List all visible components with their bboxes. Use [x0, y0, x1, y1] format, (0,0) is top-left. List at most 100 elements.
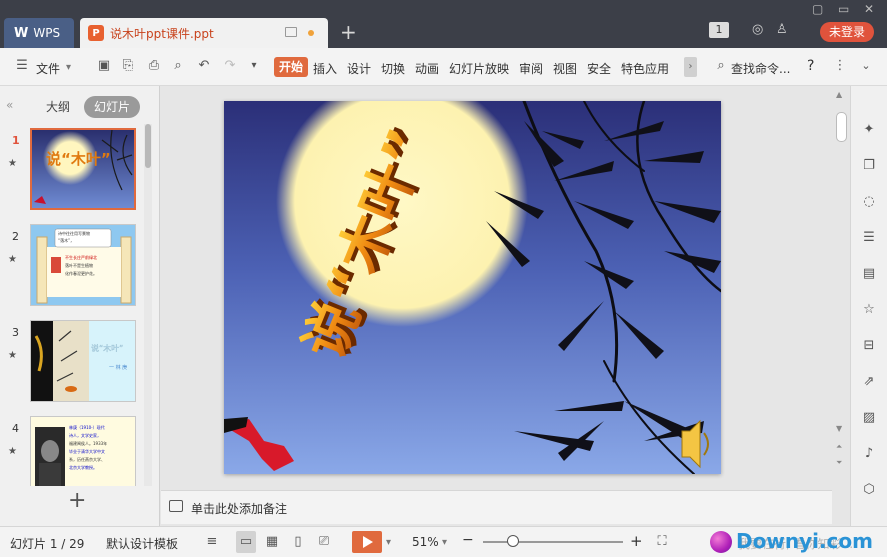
new-tab-button[interactable]: + [340, 20, 357, 44]
print-icon[interactable]: ⎙ [146, 58, 162, 74]
current-slide[interactable]: 说“木叶” 说“木叶” [224, 101, 721, 474]
copy-layout-icon[interactable]: ❐ [861, 158, 877, 174]
animation-star-icon: ★ [8, 350, 17, 361]
scrollbar-thumb[interactable] [145, 124, 151, 168]
document-tab[interactable]: P 说木叶ppt课件.ppt [80, 18, 328, 48]
collapse-ribbon-icon[interactable]: ⌄ [858, 58, 874, 74]
design-template-label[interactable]: 默认设计模板 [106, 535, 178, 552]
tab-design[interactable]: 设计 [347, 60, 371, 77]
undo-icon[interactable]: ↶ [196, 58, 212, 74]
share-export-icon[interactable]: ⇗ [861, 374, 877, 390]
tab-slideshow[interactable]: 幻灯片放映 [449, 60, 509, 77]
tab-animation[interactable]: 动画 [415, 60, 439, 77]
slide-4-thumb-line: 系，历任燕京大学、 [69, 456, 105, 462]
wps-home-tab[interactable]: W WPS [4, 18, 74, 48]
zoom-slider-knob[interactable] [507, 535, 519, 547]
image-icon[interactable]: ▨ [861, 410, 877, 426]
window-count-badge[interactable]: 1 [709, 22, 729, 38]
tab-special-apps[interactable]: 特色应用 [621, 60, 669, 77]
thumbnail-scrollbar[interactable] [144, 124, 152, 486]
slide-navigation-pane: « 大纲 幻灯片 1 ★ 说“木叶” 2 ★ 诗中往往用写景物 “落木”， 不生… [0, 86, 160, 526]
add-slide-button[interactable]: + [68, 488, 86, 513]
tab-outline[interactable]: 大纲 [36, 96, 80, 118]
canvas-scrollbar[interactable]: ▲ ▼ ⏶ ⏷ [832, 86, 850, 490]
tab-view[interactable]: 视图 [553, 60, 577, 77]
slide-thumbnail[interactable]: 林庚（1910-）现代 诗人，文学史家， 福建闽侯人。1933年 毕业于清华大学… [30, 416, 136, 486]
scroll-up-icon[interactable]: ▲ [836, 90, 842, 99]
tab-insert[interactable]: 插入 [313, 60, 337, 77]
file-menu[interactable]: 文件 [36, 60, 60, 77]
animation-star-icon: ★ [8, 446, 17, 457]
slide-thumbnail-row[interactable]: 3 ★ 说“木叶” 一 林 庚 [6, 316, 154, 406]
minimize-icon[interactable]: ▢ [812, 2, 823, 16]
find-command-search[interactable]: 查找命令... [731, 60, 790, 77]
slide-thumbnail[interactable]: 说“木叶” [30, 128, 136, 210]
close-icon[interactable]: ✕ [864, 2, 874, 16]
zoom-out-button[interactable]: − [462, 532, 474, 548]
normal-view-icon[interactable]: ▭ [238, 534, 254, 550]
play-slideshow-button[interactable] [352, 531, 382, 553]
watermark-logo [710, 531, 732, 553]
next-slide-icon[interactable]: ⏷ [836, 458, 842, 468]
file-dropdown-icon[interactable]: ▾ [66, 62, 71, 73]
magic-star-icon[interactable]: ✦ [861, 122, 877, 138]
slide-thumbnail-row[interactable]: 1 ★ 说“木叶” [6, 124, 154, 214]
canvas-scrollbar-thumb[interactable] [836, 112, 847, 142]
tab-start[interactable]: 开始 [274, 57, 308, 77]
slide-thumbnail-row[interactable]: 2 ★ 诗中往往用写景物 “落木”， 不生长庄严前绿北 落叶不是生植物 化作春泥… [6, 220, 154, 310]
ribbon-more-button[interactable]: › [684, 57, 697, 77]
scroll-down-icon[interactable]: ▼ [836, 424, 842, 433]
animation-star-icon: ★ [8, 158, 17, 169]
zoom-value[interactable]: 51% [412, 535, 439, 549]
tab-review[interactable]: 审阅 [519, 60, 543, 77]
archive-box-icon[interactable]: ⊟ [861, 338, 877, 354]
shape-icon[interactable]: ◌ [861, 194, 877, 210]
zoom-in-button[interactable]: + [630, 532, 643, 550]
notes-pane[interactable]: 单击此处添加备注 [161, 490, 832, 524]
adjust-settings-icon[interactable]: ☰ [861, 230, 877, 246]
notes-placeholder[interactable]: 单击此处添加备注 [191, 500, 287, 517]
prev-slide-icon[interactable]: ⏶ [836, 442, 842, 452]
save-icon[interactable]: ▣ [96, 58, 112, 74]
quick-access-dropdown-icon[interactable]: ▾ [246, 58, 262, 74]
tab-transition[interactable]: 切换 [381, 60, 405, 77]
slide-thumbnail-row[interactable]: 4 ★ 林庚（1910-）现代 诗人，文学史家， 福建闽侯人。1933年 毕业于… [6, 412, 154, 486]
redo-icon[interactable]: ↷ [222, 58, 238, 74]
restore-icon[interactable]: ▭ [838, 2, 849, 16]
favorite-star-icon[interactable]: ☆ [861, 302, 877, 318]
status-bar: 幻灯片 1 / 29 默认设计模板 ≡ ▭ ▦ ▯ ⎚ ▾ 51% ▾ − + … [0, 526, 887, 557]
slide-thumbnail[interactable]: 说“木叶” 一 林 庚 [30, 320, 136, 402]
presenter-icon[interactable]: ⎚ [316, 534, 332, 550]
help-button[interactable]: ? [807, 58, 814, 74]
skin-icon[interactable]: ♙ [776, 22, 788, 37]
slide-2-thumb-line: “落木”， [58, 237, 74, 243]
tab-security[interactable]: 安全 [587, 60, 611, 77]
play-options-dropdown-icon[interactable]: ▾ [386, 537, 391, 548]
notes-align-icon[interactable]: ≡ [204, 534, 220, 550]
tab-slides[interactable]: 幻灯片 [84, 96, 141, 118]
slide-sorter-icon[interactable]: ▦ [264, 534, 280, 550]
wps-tab-label: WPS [33, 26, 61, 40]
slide-1-preview: 说“木叶” [32, 130, 134, 208]
hamburger-menu-icon[interactable]: ☰ [14, 58, 30, 74]
slide-2-thumb-line: 不生长庄严前绿北 [65, 254, 97, 260]
zoom-dropdown-icon[interactable]: ▾ [442, 537, 447, 548]
reading-view-icon[interactable]: ▯ [290, 534, 306, 550]
gallery-icon[interactable]: ▤ [861, 266, 877, 282]
login-button[interactable]: 未登录 [820, 22, 874, 42]
fit-window-icon[interactable]: ⛶ [654, 534, 670, 550]
zoom-slider-track[interactable] [483, 541, 623, 543]
notes-icon [169, 500, 183, 512]
hexagon-icon[interactable]: ⬡ [861, 482, 877, 498]
right-side-toolbar: ✦ ❐ ◌ ☰ ▤ ☆ ⊟ ⇗ ▨ ♪ ⬡ [850, 86, 887, 526]
more-options-icon[interactable]: ⋮ [832, 58, 848, 74]
slide-2-thumb-line: 落叶不是生植物 [65, 262, 93, 268]
audio-icon[interactable]: ♪ [861, 446, 877, 462]
print-preview-icon[interactable]: ⌕ [170, 58, 186, 74]
slide-thumbnail[interactable]: 诗中往往用写景物 “落木”， 不生长庄严前绿北 落叶不是生植物 化作春泥更护花。 [30, 224, 136, 306]
sync-icon[interactable]: ◎ [752, 22, 763, 37]
format-painter-icon[interactable]: ⎘ [120, 58, 136, 74]
collapse-pane-icon[interactable]: « [6, 98, 13, 112]
monitor-icon[interactable] [285, 27, 297, 37]
search-icon[interactable]: ⌕ [713, 58, 729, 74]
